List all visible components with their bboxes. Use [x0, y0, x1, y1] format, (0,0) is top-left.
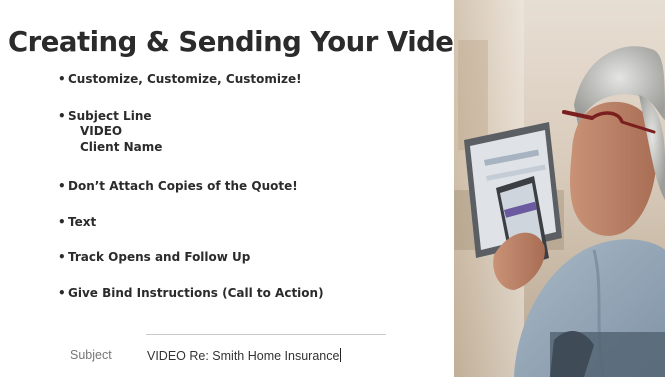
- bullet-item: • Track Opens and Follow Up: [58, 250, 251, 264]
- bullet-item: • Subject Line: [58, 109, 152, 123]
- subject-label: Subject: [70, 348, 112, 362]
- bullet-dot-icon: •: [58, 179, 66, 193]
- bullet-item: • Give Bind Instructions (Call to Action): [58, 286, 324, 300]
- bullet-dot-icon: •: [58, 286, 66, 300]
- text-caret-icon: [340, 348, 342, 362]
- bullet-dot-icon: •: [58, 109, 66, 123]
- bullet-dot-icon: •: [58, 215, 66, 229]
- bullet-dot-icon: •: [58, 72, 66, 86]
- bullet-item: • Text: [58, 215, 97, 229]
- sub-item: Client Name: [80, 140, 163, 154]
- bullet-item: • Customize, Customize, Customize!: [58, 72, 302, 86]
- bullet-dot-icon: •: [58, 250, 66, 264]
- subject-value: VIDEO Re: Smith Home Insurance: [147, 349, 340, 363]
- subject-input[interactable]: VIDEO Re: Smith Home Insurance: [147, 348, 342, 363]
- bullet-item: • Don’t Attach Copies of the Quote!: [58, 179, 298, 193]
- email-divider: [146, 334, 386, 335]
- slide: Creating & Sending Your Video • Customize…: [0, 0, 665, 377]
- man-with-tablet-photo: [454, 0, 665, 377]
- sub-item: VIDEO: [80, 124, 123, 138]
- slide-title: Creating & Sending Your Video: [8, 26, 472, 58]
